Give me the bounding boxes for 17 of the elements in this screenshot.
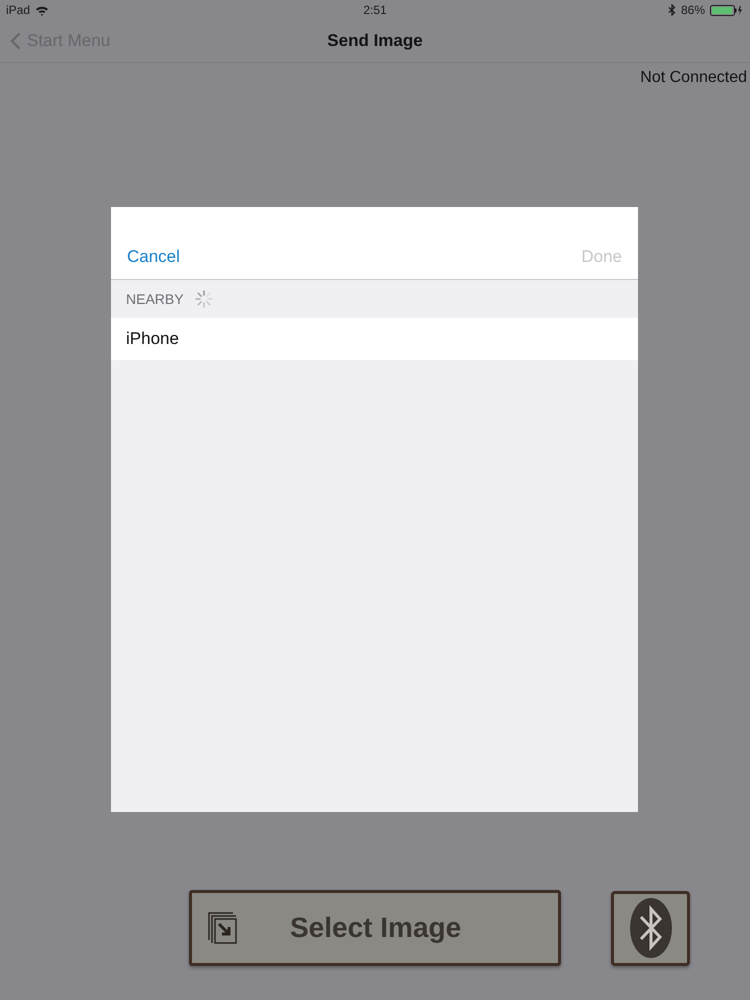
bluetooth-icon xyxy=(628,897,672,959)
import-image-icon xyxy=(208,912,238,944)
bluetooth-icon xyxy=(668,4,676,16)
section-header: NEARBY xyxy=(126,291,184,307)
chevron-left-icon xyxy=(10,32,21,50)
carrier-label: iPad xyxy=(6,3,30,17)
nav-title: Send Image xyxy=(327,31,423,51)
clock: 2:51 xyxy=(362,3,388,17)
battery-icon xyxy=(710,4,744,16)
select-image-button[interactable]: Select Image xyxy=(189,890,561,966)
connection-status: Not Connected xyxy=(640,69,747,87)
cancel-button[interactable]: Cancel xyxy=(125,245,182,269)
wifi-icon xyxy=(35,4,50,16)
device-row[interactable]: iPhone xyxy=(111,318,638,360)
battery-percent: 86% xyxy=(680,3,705,17)
spinner-icon xyxy=(194,289,214,309)
bluetooth-button[interactable] xyxy=(611,890,690,966)
